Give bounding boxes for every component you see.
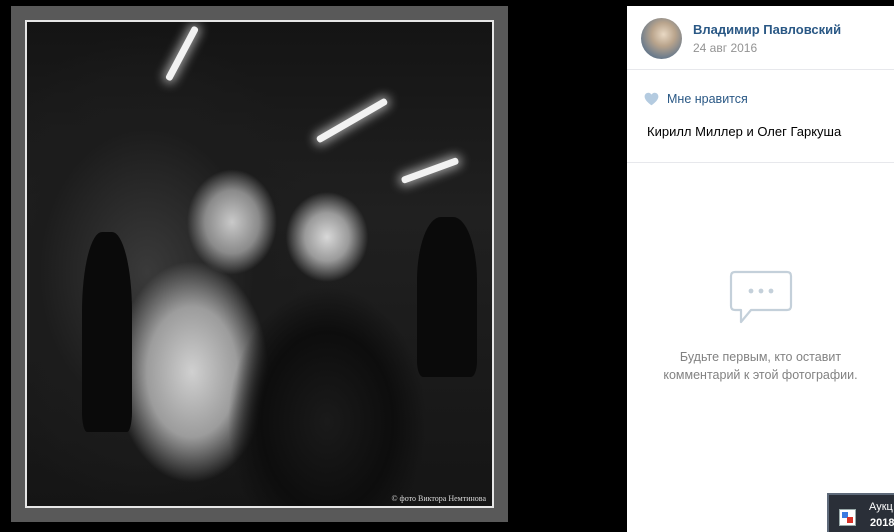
taskbar-window-button[interactable]: Аукц 2018 [827, 493, 894, 532]
ceiling-lamp [164, 25, 200, 82]
comments-empty-line: Будьте первым, кто оставит [679, 350, 842, 364]
author-name-link[interactable]: Владимир Павловский [693, 22, 841, 37]
avatar[interactable] [641, 18, 682, 59]
photo-area[interactable]: © фото Виктора Немтинова [0, 0, 627, 532]
author-block: Владимир Павловский 24 авг 2016 [627, 6, 894, 70]
ceiling-lamp [400, 156, 460, 185]
comment-bubble-icon [729, 270, 792, 324]
photo-image: © фото Виктора Немтинова [25, 20, 494, 508]
photo-caption: Кирилл Миллер и Олег Гаркуша [647, 124, 842, 139]
app-icon [839, 509, 856, 526]
photo-sidebar: Владимир Павловский 24 авг 2016 Мне нрав… [627, 6, 894, 532]
comments-empty-state: Будьте первым, кто оставит комментарий к… [627, 268, 894, 384]
photo-viewer: © фото Виктора Немтинова Владимир Павлов… [0, 0, 894, 532]
comments-empty-line: комментарий к этой фотографии. [663, 368, 858, 382]
ceiling-lamp [315, 97, 389, 144]
background-figure [82, 232, 132, 432]
comments-empty-text: Будьте первым, кто оставит комментарий к… [627, 348, 894, 384]
photo-watermark: © фото Виктора Немтинова [391, 494, 486, 503]
divider [627, 162, 894, 163]
background-figure [417, 217, 477, 377]
taskbar-window-subtitle: 2018 [870, 517, 894, 529]
taskbar-window-title: Аукц [869, 501, 893, 513]
post-date[interactable]: 24 авг 2016 [693, 41, 757, 55]
like-label: Мне нравится [667, 92, 748, 106]
like-button[interactable]: Мне нравится [644, 91, 748, 107]
photo-frame: © фото Виктора Немтинова [11, 6, 508, 522]
heart-icon [644, 92, 659, 106]
